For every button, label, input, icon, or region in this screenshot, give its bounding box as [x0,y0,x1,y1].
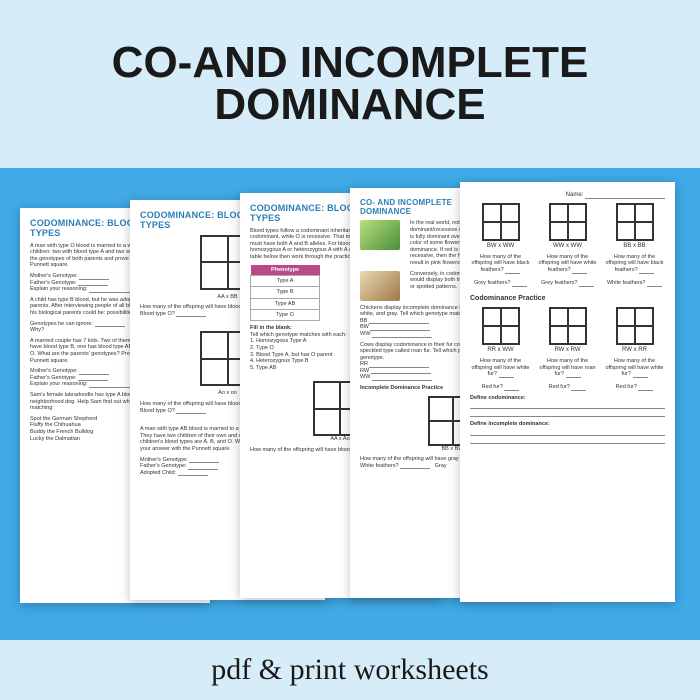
phenotype-table: Phenotype Type A Type B Type AB Type O [250,265,320,322]
punnett-row-2: RR x WW RW x RW RW x RR [470,307,665,354]
punnett-row-1: BW x WW WW x WW BB x BB [470,203,665,250]
product-canvas: CO-AND INCOMPLETE DOMINANCE CODOMINANCE:… [0,0,700,700]
product-title: CO-AND INCOMPLETE DOMINANCE [112,42,589,126]
punnett-square [549,203,587,241]
punnett-square [616,203,654,241]
page-heading: CODOMINANCE: BLOOD TYPES [140,210,255,231]
name-field: Name: [566,192,665,199]
punnett-square [549,307,587,345]
punnett-square [482,307,520,345]
subtitle-band: pdf & print worksheets [0,640,700,700]
chicken-image [360,271,400,301]
page-heading: CODOMINANCE: BLOOD TYPES [30,218,142,239]
product-subtitle: pdf & print worksheets [211,653,488,687]
title-line-2: DOMINANCE [214,80,485,129]
title-band: CO-AND INCOMPLETE DOMINANCE [0,0,700,168]
punnett-square [482,203,520,241]
punnett-square [616,307,654,345]
flower-image [360,220,400,250]
worksheet-page-5: Name: BW x WW WW x WW BB x BB How many o… [460,182,675,602]
